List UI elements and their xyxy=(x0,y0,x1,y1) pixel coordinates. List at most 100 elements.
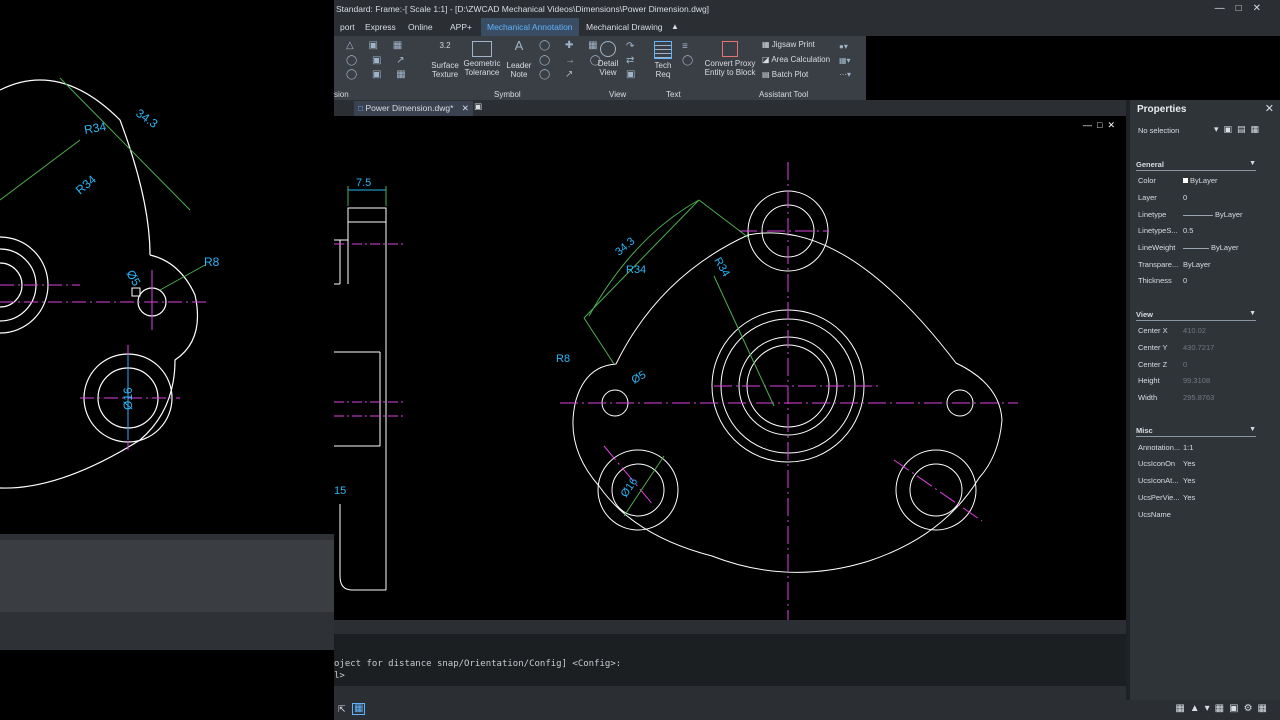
prop-row[interactable]: UcsPerVie... Yes xyxy=(1138,493,1278,505)
properties-toolbar-icons[interactable]: ▾▣▤▦ xyxy=(1214,124,1264,135)
section-misc[interactable]: Misc ▼ xyxy=(1136,426,1256,437)
ribbon-panel: △ ▣ ▦ ◯ ▣ ↗ ◯ ▣ ▦ 3.2 Surface Texture Ge… xyxy=(334,36,866,100)
area-calculation-label: Area Calculation xyxy=(771,55,831,64)
side-view xyxy=(334,207,387,591)
dim-d5-label: Ø5 xyxy=(630,369,649,387)
linetype-sample-icon xyxy=(1183,214,1213,216)
prop-row[interactable]: Layer 0 xyxy=(1138,193,1278,205)
status-tools-icons[interactable]: ▦▲▾▦▣⚙▦ xyxy=(1175,703,1272,714)
drawing-file-icon: □ xyxy=(358,103,366,113)
prop-row[interactable]: UcsIconAt... Yes xyxy=(1138,476,1278,488)
prop-row[interactable]: Transpare... ByLayer xyxy=(1138,260,1278,272)
section-view[interactable]: View ▼ xyxy=(1136,310,1256,321)
prop-row[interactable]: Center Z0 xyxy=(1138,360,1278,372)
snap-icon[interactable]: ⇱ xyxy=(338,704,346,715)
prop-row[interactable]: Thickness 0 xyxy=(1138,276,1278,288)
assistant-tools-icons[interactable]: ●▾ ▦▾ ⋯▾ xyxy=(839,40,851,82)
new-tab-icon[interactable]: ▣ xyxy=(474,101,482,112)
convert-proxy-label: Convert Proxy Entity to Block xyxy=(704,59,756,77)
symbol-tools-icons-3[interactable]: ◯ ↗ xyxy=(539,69,579,80)
dim-r8-label: R8 xyxy=(556,353,570,365)
surface-texture-label: Surface Texture xyxy=(431,61,459,79)
zoom-band-2 xyxy=(0,540,334,612)
grid-icon[interactable]: ▦ xyxy=(352,703,366,715)
prop-row[interactable]: Height 99.3108 xyxy=(1138,376,1278,388)
tech-req-button[interactable]: Tech Req xyxy=(649,41,677,79)
command-line[interactable]: oject for distance snap/Orientation/Conf… xyxy=(334,634,1126,686)
geometric-tolerance-label: Geometric Tolerance xyxy=(463,59,501,77)
group-symbol: Symbol xyxy=(494,90,521,99)
extension-lines xyxy=(583,199,775,517)
close-tab-icon[interactable]: ✕ xyxy=(462,103,469,113)
geometric-tolerance-button[interactable]: Geometric Tolerance xyxy=(462,41,502,77)
zoom-r8-label: R8 xyxy=(204,255,220,269)
drawing-canvas[interactable]: —□✕ 7.5 15 34.3 R34 R34 R8 Ø5 Ø16 xyxy=(334,116,1126,620)
command-history-line: oject for distance snap/Orientation/Conf… xyxy=(334,659,622,669)
prop-row[interactable]: Annotation... 1:1 xyxy=(1138,443,1278,455)
properties-title: Properties xyxy=(1137,104,1187,115)
prop-row[interactable]: UcsIconOn Yes xyxy=(1138,459,1278,471)
dimension-tools-icons-2[interactable]: ◯ ▣ ↗ xyxy=(346,55,411,66)
surface-texture-button[interactable]: 3.2 Surface Texture xyxy=(429,41,461,79)
ribbon-collapse-icon[interactable]: ▲ xyxy=(665,18,685,36)
close-icon[interactable]: ✕ xyxy=(1265,102,1274,115)
prop-row[interactable]: Width 295.8763 xyxy=(1138,393,1278,405)
convert-proxy-button[interactable]: Convert Proxy Entity to Block xyxy=(702,41,758,77)
zoomed-drawing: R34 R34 34.3 R8 Ø5 Ø16 xyxy=(0,77,220,489)
batch-plot-button[interactable]: ▤ Batch Plot xyxy=(762,70,808,79)
jigsaw-print-icon: ▦ xyxy=(762,40,772,49)
tab-port[interactable]: port xyxy=(334,18,361,36)
jigsaw-print-button[interactable]: ▦ Jigsaw Print xyxy=(762,40,815,49)
zoomed-drawing-overlay: R34 R34 34.3 R8 Ø5 Ø16 xyxy=(0,0,334,720)
section-general[interactable]: General ▼ xyxy=(1136,160,1256,171)
window-controls[interactable]: —□✕ xyxy=(1215,0,1272,18)
properties-panel: Properties ✕ No selection ▾▣▤▦ General ▼ … xyxy=(1130,100,1280,700)
zoom-34-3-label: 34.3 xyxy=(133,106,160,131)
tab-mechanical-annotation[interactable]: Mechanical Annotation xyxy=(481,18,579,36)
ribbon-tabs: port Express Online APP+ Mechanical Anno… xyxy=(334,18,1280,36)
document-tab[interactable]: □ Power Dimension.dwg* ✕ xyxy=(354,101,473,116)
tab-mechanical-drawing[interactable]: Mechanical Drawing xyxy=(580,18,669,36)
detail-view-button[interactable]: Detail View xyxy=(594,41,622,77)
title-bar: Standard: Frame:-[ Scale 1:1] - [D:\ZWCA… xyxy=(334,0,1280,18)
dim-7-5-label: 7.5 xyxy=(356,177,371,189)
prop-row[interactable]: LineWeight ByLayer xyxy=(1138,243,1278,255)
tech-req-icon xyxy=(654,41,672,59)
leader-note-label: Leader Note xyxy=(506,61,532,79)
prop-row[interactable]: UcsName xyxy=(1138,510,1278,522)
geometric-tolerance-icon xyxy=(472,41,492,57)
leader-note-icon: A xyxy=(514,38,524,53)
view-tools-icons[interactable]: ↷ ⇄ ▣ xyxy=(626,40,635,82)
detail-view-label: Detail View xyxy=(597,59,619,77)
tab-online[interactable]: Online xyxy=(402,18,439,36)
color-swatch-icon xyxy=(1183,178,1188,183)
group-assistant-tool: Assistant Tool xyxy=(759,90,809,99)
dim-15-label: 15 xyxy=(334,485,346,497)
tab-express[interactable]: Express xyxy=(359,18,402,36)
prop-row[interactable]: Color ByLayer xyxy=(1138,176,1278,188)
selection-dropdown[interactable]: No selection xyxy=(1138,126,1179,135)
command-prompt[interactable]: l> xyxy=(334,671,345,681)
group-view: View xyxy=(609,90,627,99)
prop-row[interactable]: Center X 410.02 xyxy=(1138,326,1278,338)
prop-row[interactable]: LinetypeS... 0.5 xyxy=(1138,226,1278,238)
prop-row[interactable]: Linetype ByLayer xyxy=(1138,210,1278,222)
prop-row[interactable]: Center Y 430.7217 xyxy=(1138,343,1278,355)
leader-note-button[interactable]: A Leader Note xyxy=(504,38,534,79)
cad-drawing: 7.5 15 34.3 R34 R34 R8 Ø5 Ø16 xyxy=(334,162,1018,620)
dim-r34-label: R34 xyxy=(626,264,646,276)
chevron-down-icon: ▼ xyxy=(1249,426,1256,433)
zoom-r34-label-2: R34 xyxy=(73,172,99,197)
group-dimension: sion xyxy=(334,90,349,99)
tab-app-plus[interactable]: APP+ xyxy=(444,18,478,36)
dimension-tools-icons[interactable]: △ ▣ ▦ xyxy=(346,40,408,51)
text-tools-icons[interactable]: ≡ ◯ xyxy=(682,40,693,68)
lineweight-sample-icon xyxy=(1183,247,1209,249)
outer-contour xyxy=(0,79,151,256)
status-bar: ⇱ ▦ ▦▲▾▦▣⚙▦ xyxy=(334,700,1280,720)
detail-view-icon xyxy=(600,41,616,57)
convert-proxy-icon xyxy=(722,41,738,57)
area-calculation-button[interactable]: ◪ Area Calculation xyxy=(762,55,830,64)
dimension-tools-icons-3[interactable]: ◯ ▣ ▦ xyxy=(346,69,412,80)
zoom-d5-label: Ø5 xyxy=(123,268,143,289)
